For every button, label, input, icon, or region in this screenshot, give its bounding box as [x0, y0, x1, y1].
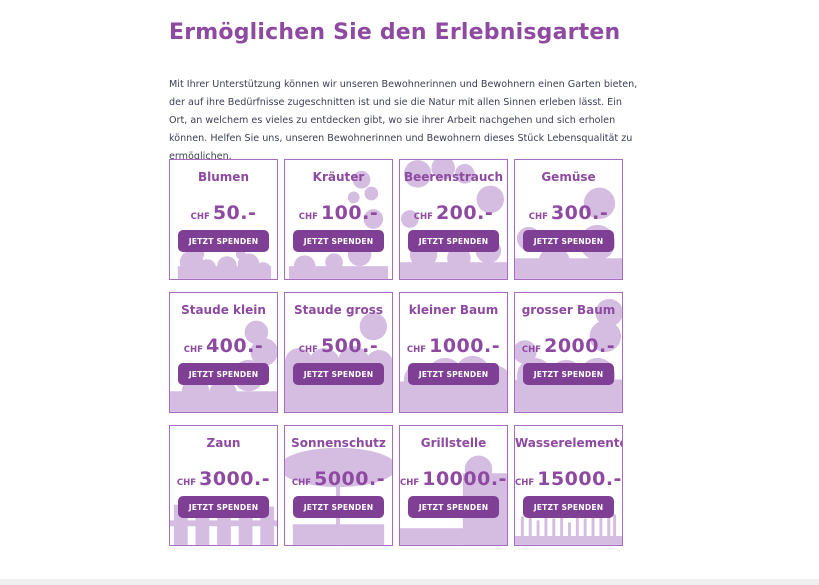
currency-label: CHF — [298, 345, 318, 355]
amount-value: 100.- — [320, 202, 379, 224]
price: CHF 50.- — [170, 202, 277, 224]
donation-card-blumen: Blumen CHF 50.- JETZT SPENDEN — [169, 159, 278, 280]
intro-text: Mit Ihrer Unterstützung können wir unser… — [169, 79, 638, 162]
price: CHF 500.- — [285, 335, 392, 357]
amount-value: 50.- — [212, 202, 257, 224]
donation-card-staude-gross: Staude gross CHF 500.- JETZT SPENDEN — [284, 292, 393, 413]
donation-card-staude-klein: Staude klein CHF 400.- JETZT SPENDEN — [169, 292, 278, 413]
currency-label: CHF — [183, 345, 203, 355]
card-title: Beerenstrauch — [403, 170, 504, 184]
donation-card-kraeuter: Kräuter CHF 100.- JETZT SPENDEN — [284, 159, 393, 280]
donation-card-sonnenschutz: Sonnenschutz CHF 5000.- JETZT SPENDEN — [284, 425, 393, 546]
price: CHF 5000.- — [285, 468, 392, 490]
amount-value: 500.- — [320, 335, 379, 357]
donation-card-grillstelle: Grillstelle CHF 10000.- JETZT SPENDEN — [399, 425, 508, 546]
card-title: Staude gross — [294, 303, 383, 317]
donate-button[interactable]: JETZT SPENDEN — [523, 230, 614, 252]
amount-value: 200.- — [435, 202, 494, 224]
donate-button[interactable]: JETZT SPENDEN — [408, 496, 499, 518]
price: CHF 3000.- — [170, 468, 277, 490]
donation-card-zaun: Zaun CHF 3000.- JETZT SPENDEN — [169, 425, 278, 546]
card-title: Wasserelemente — [515, 436, 623, 450]
price: CHF 15000.- — [515, 468, 622, 490]
donate-button[interactable]: JETZT SPENDEN — [293, 230, 384, 252]
donate-button[interactable]: JETZT SPENDEN — [408, 363, 499, 385]
card-title: Blumen — [198, 170, 249, 184]
card-title: Kräuter — [312, 170, 365, 184]
price: CHF 300.- — [515, 202, 622, 224]
currency-label: CHF — [406, 345, 427, 355]
donate-button[interactable]: JETZT SPENDEN — [293, 496, 384, 518]
currency-label: CHF — [190, 212, 210, 222]
price: CHF 10000.- — [400, 468, 507, 490]
donation-card-beerenstrauch: Beerenstrauch CHF 200.- JETZT SPENDEN — [399, 159, 508, 280]
donate-button[interactable]: JETZT SPENDEN — [523, 363, 614, 385]
donate-button[interactable]: JETZT SPENDEN — [523, 496, 614, 518]
donate-button[interactable]: JETZT SPENDEN — [408, 230, 499, 252]
amount-value: 5000.- — [314, 468, 386, 490]
donation-card-grosser-baum: grosser Baum CHF 2000.- JETZT SPENDEN — [514, 292, 623, 413]
card-title: Grillstelle — [420, 436, 487, 450]
card-title: grosser Baum — [521, 303, 616, 317]
donate-button[interactable]: JETZT SPENDEN — [293, 363, 384, 385]
card-title: Staude klein — [181, 303, 266, 317]
currency-label: CHF — [515, 478, 535, 488]
donate-button[interactable]: JETZT SPENDEN — [178, 363, 269, 385]
donation-grid: Blumen CHF 50.- JETZT SPENDEN Kräuter CH… — [169, 159, 623, 546]
amount-value: 3000.- — [199, 468, 271, 490]
price: CHF 200.- — [400, 202, 507, 224]
currency-label: CHF — [298, 212, 318, 222]
donation-card-kleiner-baum: kleiner Baum CHF 1000.- JETZT SPENDEN — [399, 292, 508, 413]
price: CHF 100.- — [285, 202, 392, 224]
currency-label: CHF — [176, 478, 197, 488]
bottom-bar — [0, 579, 819, 585]
page-title: Ermöglichen Sie den Erlebnisgarten — [169, 20, 621, 45]
amount-value: 1000.- — [429, 335, 501, 357]
donation-card-wasserelemente: Wasserelemente CHF 15000.- JETZT SPENDEN — [514, 425, 623, 546]
price: CHF 400.- — [170, 335, 277, 357]
currency-label: CHF — [521, 345, 542, 355]
donate-button[interactable]: JETZT SPENDEN — [178, 496, 269, 518]
amount-value: 15000.- — [537, 468, 622, 490]
currency-label: CHF — [413, 212, 433, 222]
donate-button[interactable]: JETZT SPENDEN — [178, 230, 269, 252]
currency-label: CHF — [528, 212, 548, 222]
card-title: Sonnenschutz — [291, 436, 386, 450]
amount-value: 400.- — [205, 335, 264, 357]
card-title: Gemüse — [541, 170, 596, 184]
price: CHF 1000.- — [400, 335, 507, 357]
card-title: kleiner Baum — [408, 303, 499, 317]
amount-value: 300.- — [550, 202, 609, 224]
donation-card-gemuese: Gemüse CHF 300.- JETZT SPENDEN — [514, 159, 623, 280]
price: CHF 2000.- — [515, 335, 622, 357]
currency-label: CHF — [400, 478, 420, 488]
amount-value: 2000.- — [544, 335, 616, 357]
amount-value: 10000.- — [422, 468, 507, 490]
card-title: Zaun — [206, 436, 241, 450]
currency-label: CHF — [291, 478, 312, 488]
